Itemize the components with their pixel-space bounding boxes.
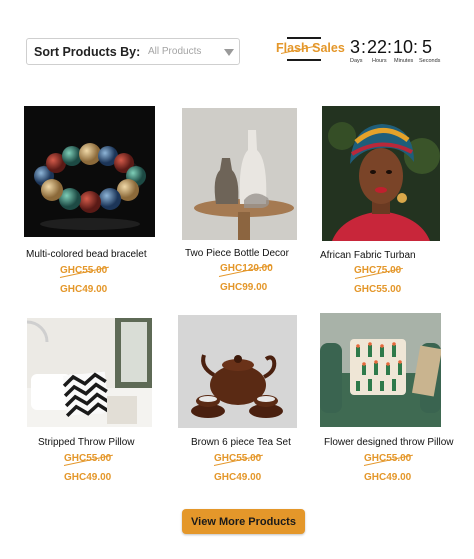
view-more-products-button[interactable]: View More Products <box>182 509 305 534</box>
product-image-tea-set[interactable] <box>178 315 297 428</box>
sort-label: Sort Products By: <box>34 45 141 59</box>
countdown-days-label: Days <box>350 58 363 64</box>
flash-sales-top-line <box>287 37 321 39</box>
product-old-price: GHC120.00 <box>220 263 273 274</box>
product-new-price: GHC49.00 <box>64 472 112 483</box>
flash-sales-title: Flash Sales <box>276 41 345 55</box>
countdown-seconds-label: Seconds <box>419 58 441 64</box>
product-name[interactable]: Two Piece Bottle Decor <box>185 248 289 259</box>
product-image-striped-pillow[interactable] <box>27 318 152 427</box>
flash-sales-bottom-line <box>287 59 321 61</box>
sort-selected-value[interactable]: All Products <box>148 46 201 57</box>
product-new-price: GHC49.00 <box>60 284 108 295</box>
product-new-price: GHC99.00 <box>220 282 268 293</box>
countdown-minutes-label: Minutes <box>394 58 414 64</box>
product-image-fabric-turban[interactable] <box>322 106 440 241</box>
chevron-down-icon[interactable] <box>224 49 234 56</box>
product-name[interactable]: Flower designed throw Pillow <box>324 437 454 448</box>
countdown-separator: : <box>361 37 367 57</box>
product-name[interactable]: Stripped Throw Pillow <box>38 437 135 448</box>
product-new-price: GHC49.00 <box>364 472 412 483</box>
product-new-price: GHC49.00 <box>214 472 262 483</box>
product-image-bottle-decor[interactable] <box>182 108 297 240</box>
countdown-hours-label: Hours <box>372 58 387 64</box>
countdown-separator: : <box>413 37 419 57</box>
product-name[interactable]: Brown 6 piece Tea Set <box>191 437 291 448</box>
product-name[interactable]: African Fabric Turban <box>320 250 416 261</box>
product-image-flower-pillow[interactable] <box>320 313 441 427</box>
countdown-days: 3 <box>350 37 361 57</box>
product-image-bead-bracelet[interactable] <box>24 106 155 237</box>
countdown-hours: 22 <box>367 37 388 57</box>
product-new-price: GHC55.00 <box>354 284 402 295</box>
countdown-seconds: 5 <box>422 37 433 57</box>
product-name[interactable]: Multi-colored bead bracelet <box>26 249 147 260</box>
countdown-minutes: 10 <box>393 37 414 57</box>
countdown-separator: : <box>387 37 393 57</box>
sort-dropdown[interactable]: Sort Products By: All Products <box>26 38 240 65</box>
